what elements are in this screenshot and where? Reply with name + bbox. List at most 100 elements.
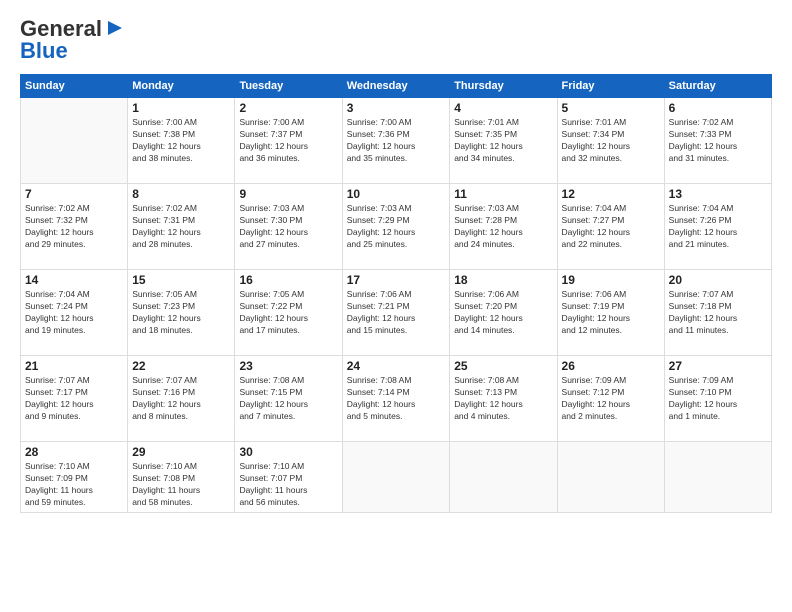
weekday-header-thursday: Thursday bbox=[450, 75, 557, 98]
calendar-cell: 16 Sunrise: 7:05 AM Sunset: 7:22 PM Dayli… bbox=[235, 270, 342, 356]
day-number: 12 bbox=[562, 187, 660, 201]
calendar-cell: 30 Sunrise: 7:10 AM Sunset: 7:07 PM Dayli… bbox=[235, 442, 342, 513]
calendar-cell: 12 Sunrise: 7:04 AM Sunset: 7:27 PM Dayli… bbox=[557, 184, 664, 270]
day-info: Sunrise: 7:08 AM Sunset: 7:14 PM Dayligh… bbox=[347, 375, 445, 423]
day-info: Sunrise: 7:00 AM Sunset: 7:36 PM Dayligh… bbox=[347, 117, 445, 165]
weekday-header-tuesday: Tuesday bbox=[235, 75, 342, 98]
day-number: 24 bbox=[347, 359, 445, 373]
day-number: 22 bbox=[132, 359, 230, 373]
day-number: 15 bbox=[132, 273, 230, 287]
calendar-cell: 28 Sunrise: 7:10 AM Sunset: 7:09 PM Dayli… bbox=[21, 442, 128, 513]
weekday-header-saturday: Saturday bbox=[664, 75, 771, 98]
day-number: 23 bbox=[239, 359, 337, 373]
day-info: Sunrise: 7:09 AM Sunset: 7:10 PM Dayligh… bbox=[669, 375, 767, 423]
weekday-header-friday: Friday bbox=[557, 75, 664, 98]
day-info: Sunrise: 7:00 AM Sunset: 7:37 PM Dayligh… bbox=[239, 117, 337, 165]
day-number: 29 bbox=[132, 445, 230, 459]
day-info: Sunrise: 7:07 AM Sunset: 7:16 PM Dayligh… bbox=[132, 375, 230, 423]
calendar-cell bbox=[664, 442, 771, 513]
day-info: Sunrise: 7:01 AM Sunset: 7:35 PM Dayligh… bbox=[454, 117, 552, 165]
day-number: 19 bbox=[562, 273, 660, 287]
calendar-cell: 4 Sunrise: 7:01 AM Sunset: 7:35 PM Daylig… bbox=[450, 98, 557, 184]
logo: General Blue bbox=[20, 16, 126, 64]
calendar-cell: 26 Sunrise: 7:09 AM Sunset: 7:12 PM Dayli… bbox=[557, 356, 664, 442]
calendar-cell: 21 Sunrise: 7:07 AM Sunset: 7:17 PM Dayli… bbox=[21, 356, 128, 442]
logo-text-blue: Blue bbox=[20, 38, 68, 64]
day-number: 2 bbox=[239, 101, 337, 115]
day-info: Sunrise: 7:04 AM Sunset: 7:24 PM Dayligh… bbox=[25, 289, 123, 337]
page-header: General Blue bbox=[20, 16, 772, 64]
calendar-cell: 8 Sunrise: 7:02 AM Sunset: 7:31 PM Daylig… bbox=[128, 184, 235, 270]
calendar-cell: 7 Sunrise: 7:02 AM Sunset: 7:32 PM Daylig… bbox=[21, 184, 128, 270]
day-info: Sunrise: 7:08 AM Sunset: 7:15 PM Dayligh… bbox=[239, 375, 337, 423]
calendar-cell: 10Sunrise: 7:03 AM Sunset: 7:29 PM Dayli… bbox=[342, 184, 449, 270]
day-number: 21 bbox=[25, 359, 123, 373]
calendar-cell bbox=[557, 442, 664, 513]
day-info: Sunrise: 7:02 AM Sunset: 7:31 PM Dayligh… bbox=[132, 203, 230, 251]
day-info: Sunrise: 7:04 AM Sunset: 7:26 PM Dayligh… bbox=[669, 203, 767, 251]
calendar-cell: 23 Sunrise: 7:08 AM Sunset: 7:15 PM Dayli… bbox=[235, 356, 342, 442]
calendar-cell: 19Sunrise: 7:06 AM Sunset: 7:19 PM Dayli… bbox=[557, 270, 664, 356]
day-number: 9 bbox=[239, 187, 337, 201]
day-info: Sunrise: 7:03 AM Sunset: 7:30 PM Dayligh… bbox=[239, 203, 337, 251]
day-number: 7 bbox=[25, 187, 123, 201]
calendar-cell: 25 Sunrise: 7:08 AM Sunset: 7:13 PM Dayli… bbox=[450, 356, 557, 442]
calendar-cell: 6 Sunrise: 7:02 AM Sunset: 7:33 PM Daylig… bbox=[664, 98, 771, 184]
calendar-cell: 2 Sunrise: 7:00 AM Sunset: 7:37 PM Daylig… bbox=[235, 98, 342, 184]
calendar-cell: 9 Sunrise: 7:03 AM Sunset: 7:30 PM Daylig… bbox=[235, 184, 342, 270]
day-number: 25 bbox=[454, 359, 552, 373]
day-info: Sunrise: 7:10 AM Sunset: 7:07 PM Dayligh… bbox=[239, 461, 337, 509]
day-info: Sunrise: 7:06 AM Sunset: 7:20 PM Dayligh… bbox=[454, 289, 552, 337]
day-number: 5 bbox=[562, 101, 660, 115]
calendar-cell: 29 Sunrise: 7:10 AM Sunset: 7:08 PM Dayli… bbox=[128, 442, 235, 513]
day-info: Sunrise: 7:09 AM Sunset: 7:12 PM Dayligh… bbox=[562, 375, 660, 423]
day-info: Sunrise: 7:06 AM Sunset: 7:21 PM Dayligh… bbox=[347, 289, 445, 337]
calendar-cell bbox=[450, 442, 557, 513]
calendar-cell: 3 Sunrise: 7:00 AM Sunset: 7:36 PM Daylig… bbox=[342, 98, 449, 184]
calendar-cell bbox=[342, 442, 449, 513]
calendar-cell: 27 Sunrise: 7:09 AM Sunset: 7:10 PM Dayli… bbox=[664, 356, 771, 442]
day-info: Sunrise: 7:05 AM Sunset: 7:22 PM Dayligh… bbox=[239, 289, 337, 337]
day-number: 10 bbox=[347, 187, 445, 201]
day-number: 3 bbox=[347, 101, 445, 115]
day-number: 11 bbox=[454, 187, 552, 201]
day-number: 8 bbox=[132, 187, 230, 201]
weekday-header-monday: Monday bbox=[128, 75, 235, 98]
day-info: Sunrise: 7:00 AM Sunset: 7:38 PM Dayligh… bbox=[132, 117, 230, 165]
day-info: Sunrise: 7:02 AM Sunset: 7:32 PM Dayligh… bbox=[25, 203, 123, 251]
day-info: Sunrise: 7:03 AM Sunset: 7:28 PM Dayligh… bbox=[454, 203, 552, 251]
day-number: 13 bbox=[669, 187, 767, 201]
day-number: 1 bbox=[132, 101, 230, 115]
day-number: 6 bbox=[669, 101, 767, 115]
day-info: Sunrise: 7:04 AM Sunset: 7:27 PM Dayligh… bbox=[562, 203, 660, 251]
calendar-cell: 20Sunrise: 7:07 AM Sunset: 7:18 PM Dayli… bbox=[664, 270, 771, 356]
calendar-cell: 24 Sunrise: 7:08 AM Sunset: 7:14 PM Dayli… bbox=[342, 356, 449, 442]
weekday-header-wednesday: Wednesday bbox=[342, 75, 449, 98]
day-number: 20 bbox=[669, 273, 767, 287]
day-info: Sunrise: 7:07 AM Sunset: 7:17 PM Dayligh… bbox=[25, 375, 123, 423]
day-info: Sunrise: 7:10 AM Sunset: 7:08 PM Dayligh… bbox=[132, 461, 230, 509]
day-info: Sunrise: 7:10 AM Sunset: 7:09 PM Dayligh… bbox=[25, 461, 123, 509]
day-number: 4 bbox=[454, 101, 552, 115]
calendar-cell: 11 Sunrise: 7:03 AM Sunset: 7:28 PM Dayli… bbox=[450, 184, 557, 270]
day-number: 18 bbox=[454, 273, 552, 287]
day-number: 26 bbox=[562, 359, 660, 373]
logo-arrow-icon bbox=[104, 17, 126, 39]
day-number: 27 bbox=[669, 359, 767, 373]
day-number: 17 bbox=[347, 273, 445, 287]
day-number: 28 bbox=[25, 445, 123, 459]
calendar-cell: 5Sunrise: 7:01 AM Sunset: 7:34 PM Daylig… bbox=[557, 98, 664, 184]
calendar-cell: 18 Sunrise: 7:06 AM Sunset: 7:20 PM Dayli… bbox=[450, 270, 557, 356]
calendar-cell: 1 Sunrise: 7:00 AM Sunset: 7:38 PM Daylig… bbox=[128, 98, 235, 184]
calendar-cell bbox=[21, 98, 128, 184]
day-info: Sunrise: 7:08 AM Sunset: 7:13 PM Dayligh… bbox=[454, 375, 552, 423]
day-info: Sunrise: 7:02 AM Sunset: 7:33 PM Dayligh… bbox=[669, 117, 767, 165]
calendar-cell: 15 Sunrise: 7:05 AM Sunset: 7:23 PM Dayli… bbox=[128, 270, 235, 356]
calendar-cell: 22 Sunrise: 7:07 AM Sunset: 7:16 PM Dayli… bbox=[128, 356, 235, 442]
calendar-cell: 13 Sunrise: 7:04 AM Sunset: 7:26 PM Dayli… bbox=[664, 184, 771, 270]
day-info: Sunrise: 7:05 AM Sunset: 7:23 PM Dayligh… bbox=[132, 289, 230, 337]
day-number: 16 bbox=[239, 273, 337, 287]
day-number: 30 bbox=[239, 445, 337, 459]
weekday-header-row: SundayMondayTuesdayWednesdayThursdayFrid… bbox=[21, 75, 772, 98]
day-number: 14 bbox=[25, 273, 123, 287]
